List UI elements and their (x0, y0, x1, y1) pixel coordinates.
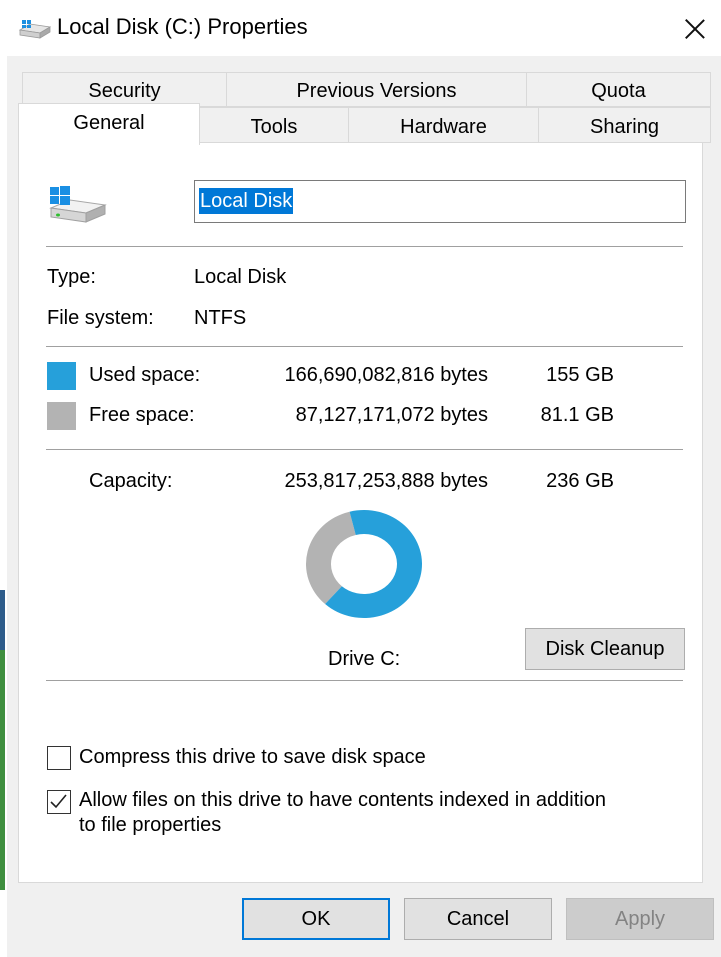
disk-usage-donut-chart (306, 510, 422, 618)
window-title: Local Disk (C:) Properties (57, 14, 308, 39)
drive-icon (18, 20, 52, 39)
tab-general[interactable]: General (18, 103, 200, 145)
separator (46, 680, 683, 681)
type-label: Type: (47, 266, 96, 288)
checkmark-icon (50, 794, 67, 809)
hard-drive-icon (49, 186, 107, 223)
drive-name-text: Local Disk (199, 188, 294, 214)
cancel-button[interactable]: Cancel (404, 898, 552, 940)
drive-name-input[interactable]: Local Disk (194, 180, 686, 223)
ok-button[interactable]: OK (242, 898, 390, 940)
background-window-strip (0, 590, 5, 650)
index-label-line1: Allow files on this drive to have conten… (79, 789, 606, 811)
separator (46, 346, 683, 347)
tab-tools[interactable]: Tools (199, 107, 349, 143)
file-system-value: NTFS (194, 307, 247, 329)
used-space-label: Used space: (89, 364, 201, 386)
free-space-size: 81.1 GB (540, 404, 614, 426)
used-space-swatch (47, 362, 76, 390)
separator (46, 246, 683, 247)
close-button[interactable] (668, 0, 721, 56)
free-space-bytes: 87,127,171,072 bytes (295, 404, 488, 426)
disk-cleanup-button[interactable]: Disk Cleanup (525, 628, 685, 670)
used-space-bytes: 166,690,082,816 bytes (284, 364, 488, 386)
capacity-label: Capacity: (89, 470, 173, 492)
file-system-label: File system: (47, 307, 154, 329)
tab-hardware[interactable]: Hardware (348, 107, 539, 143)
index-label-line2: to file properties (79, 814, 222, 836)
free-space-label: Free space: (89, 404, 195, 426)
type-value: Local Disk (194, 266, 287, 288)
background-window-strip (0, 650, 5, 890)
compress-label: Compress this drive to save disk space (79, 746, 426, 768)
tab-sharing[interactable]: Sharing (538, 107, 711, 143)
separator (46, 449, 683, 450)
tab-quota[interactable]: Quota (526, 72, 711, 107)
title-bar: Local Disk (C:) Properties (0, 0, 721, 56)
used-space-size: 155 GB (546, 364, 614, 386)
tab-previous-versions[interactable]: Previous Versions (226, 72, 527, 107)
index-checkbox[interactable] (47, 790, 71, 814)
apply-button[interactable]: Apply (566, 898, 714, 940)
free-space-swatch (47, 402, 76, 430)
capacity-bytes: 253,817,253,888 bytes (284, 470, 488, 492)
tab-security[interactable]: Security (22, 72, 227, 107)
drive-label: Drive C: (328, 648, 401, 670)
capacity-size: 236 GB (546, 470, 614, 492)
free-space-arc (306, 511, 356, 605)
compress-checkbox[interactable] (47, 746, 71, 770)
